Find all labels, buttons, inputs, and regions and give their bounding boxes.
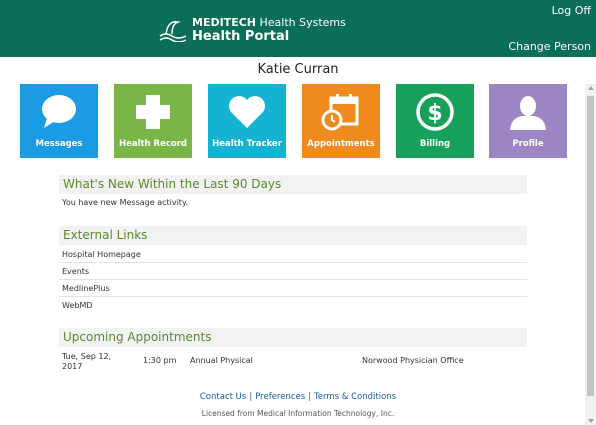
tile-profile[interactable]: Profile <box>489 84 567 158</box>
portal-title: Health Portal <box>192 29 290 44</box>
brand-line: MEDITECH Health Systems <box>192 16 346 29</box>
patient-name: Katie Curran <box>257 62 339 77</box>
dollar-icon: $ <box>416 93 454 131</box>
svg-text:$: $ <box>427 101 442 126</box>
whats-new-message[interactable]: You have new Message activity. <box>62 198 188 207</box>
change-person-link[interactable]: Change Person <box>508 40 591 53</box>
page-scrollbar[interactable] <box>585 84 596 425</box>
tile-label: Profile <box>512 139 544 149</box>
tile-appointments[interactable]: Appointments <box>302 84 380 158</box>
meditech-logo-icon <box>159 21 187 42</box>
footer-links: Contact Us | Preferences | Terms & Condition… <box>0 392 596 402</box>
tile-messages[interactable]: Messages <box>20 84 98 158</box>
whats-new-heading: What's New Within the Last 90 Days <box>59 175 527 194</box>
tile-label: Appointments <box>307 139 375 149</box>
external-link-item[interactable]: MedlinePlus <box>59 280 527 297</box>
scroll-down-arrow-icon[interactable] <box>588 419 594 423</box>
tile-health-tracker[interactable]: Health Tracker <box>208 84 286 158</box>
license-text: Licensed from Medical Information Techno… <box>201 409 395 418</box>
log-off-link[interactable]: Log Off <box>552 4 591 17</box>
external-links-heading: External Links <box>59 226 527 245</box>
brand-name: MEDITECH <box>192 16 256 29</box>
scroll-up-arrow-icon[interactable] <box>588 86 594 90</box>
external-link-item[interactable]: WebMD <box>59 297 527 314</box>
tile-label: Billing <box>419 139 451 149</box>
terms-link[interactable]: Terms & Conditions <box>314 392 396 402</box>
contact-us-link[interactable]: Contact Us <box>200 392 246 402</box>
portal-header: MEDITECH Health Systems Health Portal Lo… <box>0 0 596 57</box>
person-icon <box>510 96 546 130</box>
appointment-date: Tue, Sep 12, 2017 <box>62 352 112 371</box>
medical-cross-icon <box>136 95 170 129</box>
heart-icon <box>229 96 265 128</box>
external-link-item[interactable]: Hospital Homepage <box>59 246 527 263</box>
appointment-type[interactable]: Annual Physical <box>190 356 253 365</box>
appointment-time: 1:30 pm <box>143 356 177 365</box>
footer-separator: | <box>308 392 312 402</box>
calendar-clock-icon <box>321 94 359 131</box>
scrollbar-thumb[interactable] <box>587 96 594 396</box>
footer-separator: | <box>249 392 253 402</box>
tile-health-record[interactable]: Health Record <box>114 84 192 158</box>
brand-suffix: Health Systems <box>259 16 346 29</box>
preferences-link[interactable]: Preferences <box>255 392 305 402</box>
tile-label: Health Record <box>118 139 188 149</box>
appointments-heading: Upcoming Appointments <box>59 328 527 347</box>
speech-bubble-icon <box>42 95 76 128</box>
appointment-location: Norwood Physician Office <box>362 356 464 365</box>
tile-billing[interactable]: $ Billing <box>396 84 474 158</box>
tile-label: Messages <box>35 139 83 149</box>
external-link-item[interactable]: Events <box>59 263 527 280</box>
tile-label: Health Tracker <box>212 139 282 149</box>
